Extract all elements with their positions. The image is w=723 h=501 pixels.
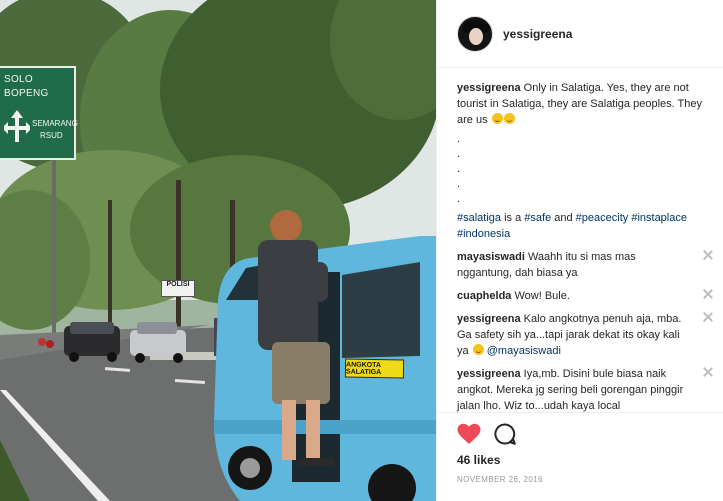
comment-username[interactable]: cuaphelda — [457, 290, 511, 302]
caption-dot: . — [457, 133, 461, 145]
comment-item: mayasiswadi Waahh itu si mas mas nggantu… — [457, 249, 715, 281]
hashtag-link[interactable]: #indonesia — [457, 228, 510, 240]
laugh-emoji-icon — [472, 344, 484, 355]
caption-text: is a — [501, 212, 525, 224]
caption-text: and — [551, 212, 576, 224]
close-icon[interactable] — [703, 250, 713, 260]
likes-count[interactable]: 46 likes — [457, 453, 500, 467]
comment-username[interactable]: yessigreena — [457, 313, 521, 325]
road-sign-line: BOPENG — [4, 88, 49, 99]
comment-username[interactable]: yessigreena — [457, 368, 521, 380]
smile-emoji-icon — [491, 113, 503, 124]
road-sign-line: RSUD — [40, 131, 63, 140]
comment-item: yessigreena Kalo angkotnya penuh aja, mb… — [457, 311, 715, 359]
comment-username[interactable]: mayasiswadi — [457, 251, 525, 263]
caption-dot: . — [457, 178, 461, 190]
caption-dot: . — [457, 148, 461, 160]
caption-username[interactable]: yessigreena — [457, 82, 521, 94]
post-actions: 46 likes NOVEMBER 26, 2016 — [437, 412, 723, 501]
close-icon[interactable] — [703, 367, 713, 377]
header-username[interactable]: yessigreena — [503, 27, 572, 41]
van-label: ANGKOTA SALATIGA — [344, 358, 405, 379]
smile-emoji-icon — [503, 113, 515, 124]
mention-link[interactable]: @mayasiswadi — [487, 345, 561, 357]
close-icon[interactable] — [703, 312, 713, 322]
comments-list: yessigreena Only in Salatiga. Yes, they … — [457, 80, 715, 414]
road-sign-line: SEMARANG — [32, 119, 78, 128]
post-side-panel: yessigreena yessigreena Only in Salatiga… — [436, 0, 723, 501]
police-sign: POLISI — [161, 280, 195, 297]
road-sign-line: SOLO — [4, 74, 33, 85]
post-header: yessigreena — [437, 0, 723, 68]
junction-arrows-icon — [4, 110, 30, 142]
caption-dot: . — [457, 193, 461, 205]
comment-item: yessigreena Iya,mb. Disini bule biasa na… — [457, 366, 715, 414]
close-icon[interactable] — [703, 289, 713, 299]
avatar[interactable] — [457, 15, 493, 52]
comment-text: Wow! Bule. — [514, 290, 570, 302]
post-photo[interactable]: SOLO BOPENG SEMARANG RSUD POLISI ANGKOTA… — [0, 0, 436, 501]
hashtag-link[interactable]: #safe — [524, 212, 551, 224]
hashtag-link[interactable]: #instaplace — [631, 212, 687, 224]
road-sign: SOLO BOPENG SEMARANG RSUD — [0, 66, 78, 160]
heart-icon[interactable] — [457, 423, 481, 445]
post-caption: yessigreena Only in Salatiga. Yes, they … — [457, 80, 715, 128]
caption-hashtags: #salatiga is a #safe and #peacecity #ins… — [457, 210, 715, 242]
hashtag-link[interactable]: #peacecity — [576, 212, 629, 224]
comment-item: cuaphelda Wow! Bule. — [457, 288, 715, 304]
hashtag-link[interactable]: #salatiga — [457, 212, 501, 224]
caption-dot: . — [457, 163, 461, 175]
comment-icon[interactable] — [493, 422, 517, 446]
post-date: NOVEMBER 26, 2016 — [457, 475, 543, 484]
